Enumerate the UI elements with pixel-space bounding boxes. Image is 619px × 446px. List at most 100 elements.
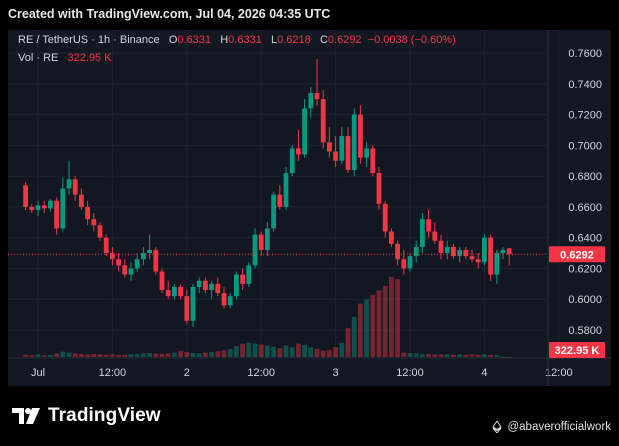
volume-bar [327, 349, 332, 357]
volume-bar [184, 352, 190, 357]
volume-label[interactable]: Vol · RE [18, 52, 58, 64]
x-tick-label: 12:00 [247, 367, 275, 379]
close-value: 0.6292 [327, 34, 362, 46]
candle-body [122, 265, 128, 275]
y-tick-label: 0.6400 [568, 233, 602, 245]
volume-bar [432, 354, 438, 357]
volume-bar [178, 350, 183, 357]
header-bar: Created with TradingView.com, Jul 04, 20… [0, 0, 619, 28]
candle-body [159, 271, 165, 290]
candle-body [339, 136, 345, 161]
candle-body [165, 289, 171, 297]
candle-body [72, 179, 78, 195]
volume-bar [122, 354, 128, 357]
volume-bar [196, 353, 202, 357]
candle-body [457, 249, 462, 257]
candle-body [500, 249, 506, 254]
candle-body [258, 234, 264, 250]
volume-bar [85, 354, 90, 357]
candle-body [23, 185, 28, 207]
candle-body [444, 246, 450, 254]
candle-body [178, 286, 183, 297]
volume-bar [190, 353, 196, 357]
volume-bar [265, 345, 270, 357]
candle-body [48, 200, 53, 209]
candle-body [35, 205, 41, 210]
y-tick-label: 0.7200 [568, 110, 602, 122]
volume-bar [91, 353, 97, 357]
candlestick-chart[interactable]: 0.7600 0.7400 0.7200 0.7000 0.6800 0.6600 0.64… [8, 30, 611, 386]
candle-body [147, 249, 152, 254]
volume-bar [134, 353, 140, 357]
volume-bar [234, 346, 239, 357]
volume-bar [444, 354, 450, 357]
candle-body [358, 114, 363, 158]
volume-bar [79, 353, 84, 357]
candle-body [432, 231, 438, 241]
volume-bar [116, 354, 121, 357]
symbol-label[interactable]: RE / TetherUS · 1h · Binance [18, 34, 160, 46]
volume-bar [345, 328, 351, 357]
volume-bar [426, 353, 431, 357]
volume-bar [506, 357, 512, 358]
candle-body [426, 219, 431, 232]
candle-body [103, 237, 109, 254]
volume-bar [159, 353, 165, 357]
candle-body [463, 249, 469, 257]
candle-body [60, 188, 66, 229]
created-with-text: Created with TradingView.com, Jul 04, 20… [8, 7, 331, 21]
volume-bar [203, 352, 208, 357]
candle-body [382, 203, 388, 232]
change-value: −0.0038 (−0.60%) [367, 34, 456, 46]
candle-body [506, 248, 512, 255]
candle-body [265, 228, 270, 250]
candle-body [91, 219, 97, 226]
volume-bar [23, 354, 28, 357]
volume-bar [141, 353, 146, 357]
candle-body [494, 253, 500, 275]
volume-bar [240, 343, 245, 357]
volume-bar [277, 348, 283, 357]
candle-body [420, 219, 425, 247]
volume-bar [283, 345, 289, 357]
volume-bar [389, 277, 394, 357]
candle-body [395, 243, 400, 260]
volume-bar [376, 290, 382, 357]
candle-body [327, 142, 332, 152]
volume-bar [488, 354, 493, 357]
tradingview-brand-text: TradingView [48, 405, 161, 426]
volume-bar [370, 294, 376, 357]
candle-body [116, 259, 121, 266]
candle-body [364, 148, 369, 158]
volume-bar [128, 354, 134, 357]
volume-bar [54, 353, 59, 357]
tradingview-logo[interactable]: TradingView [12, 405, 161, 427]
x-tick-label: Jul [31, 367, 45, 379]
author-credit: @abaverofficialwork [491, 421, 611, 433]
volume-bar [271, 346, 276, 357]
x-tick-label: 12:00 [99, 367, 127, 379]
volume-bar [252, 343, 258, 357]
volume-bar [320, 350, 326, 357]
high-label: H [220, 34, 229, 46]
volume-bar [227, 349, 233, 357]
candle-body [475, 259, 481, 263]
volume-value: 322.95 K [67, 52, 112, 64]
chart-panel[interactable]: 0.7600 0.7400 0.7200 0.7000 0.6800 0.6600 0.64… [8, 30, 611, 386]
volume-bar [165, 353, 171, 357]
volume-bar [246, 342, 252, 357]
candle-body [277, 194, 283, 207]
candle-body [438, 240, 444, 254]
volume-bar [35, 354, 41, 357]
volume-bar [339, 342, 345, 357]
volume-bar [153, 353, 159, 357]
x-tick-label: 12:00 [545, 367, 573, 379]
volume-bar [97, 354, 103, 357]
candle-body [283, 173, 289, 207]
high-value: 0.6331 [228, 34, 262, 46]
volume-bar [209, 352, 214, 357]
chart-screenshot: Created with TradingView.com, Jul 04, 20… [0, 0, 619, 446]
x-tick-label: 4 [481, 367, 487, 379]
candle-body [370, 148, 376, 174]
volume-bar [110, 354, 115, 357]
